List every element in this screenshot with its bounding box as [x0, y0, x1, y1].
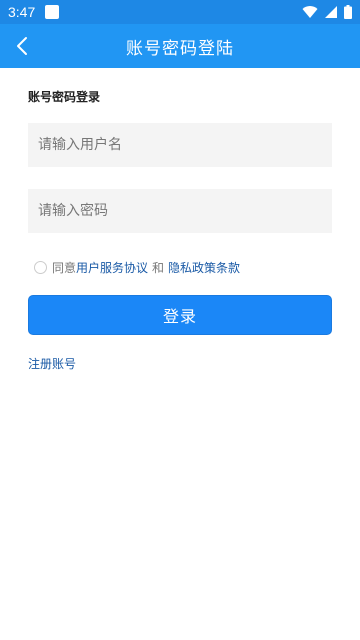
privacy-policy-link[interactable]: 隐私政策条款: [168, 259, 240, 276]
agree-and-text: 和: [152, 261, 165, 275]
register-link[interactable]: 注册账号: [28, 355, 76, 372]
battery-icon: [344, 5, 352, 19]
agree-radio[interactable]: [34, 261, 47, 274]
username-input[interactable]: [28, 123, 332, 167]
app-bar: 账号密码登陆: [0, 24, 360, 68]
status-bar: 3:47: [0, 0, 360, 24]
login-form: 账号密码登录 同意 用户服务协议 和 隐私政策条款 登录 注册账号: [28, 68, 332, 372]
signal-icon: [325, 6, 337, 18]
agreement-row: 同意 用户服务协议 和 隐私政策条款: [28, 259, 332, 276]
user-agreement-link[interactable]: 用户服务协议: [76, 259, 148, 276]
login-button[interactable]: 登录: [28, 295, 332, 335]
notification-icon: [45, 5, 60, 19]
password-input[interactable]: [28, 189, 332, 233]
back-arrow-icon: [17, 37, 27, 55]
agree-prefix: 同意: [52, 261, 77, 275]
wifi-icon: [302, 6, 318, 19]
status-time: 3:47: [8, 4, 36, 20]
status-icons: [302, 5, 352, 19]
back-button[interactable]: [10, 34, 34, 58]
page-title: 账号密码登陆: [126, 38, 234, 59]
section-title: 账号密码登录: [28, 90, 101, 104]
